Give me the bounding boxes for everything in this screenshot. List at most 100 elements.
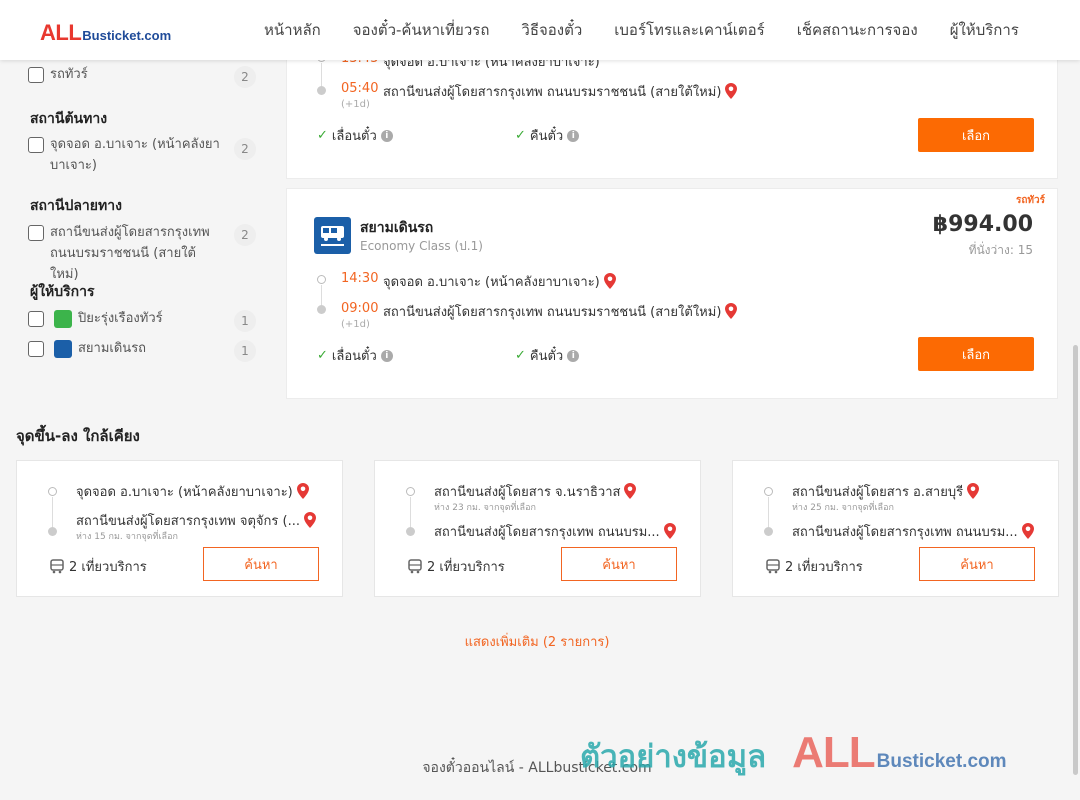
operator-logo-icon (54, 310, 72, 328)
nav-home[interactable]: หน้าหลัก (248, 18, 337, 42)
timeline-line (52, 497, 53, 527)
filter-count: 2 (234, 66, 256, 88)
select-trip-button[interactable]: เลือก (918, 337, 1034, 371)
operator-logo-icon (54, 340, 72, 358)
footer-text: จองตั๋วออนไลน์ - ALLbusticket.com (422, 760, 652, 776)
filter-operator-siam[interactable]: สยามเดินรถ 1 (28, 340, 256, 362)
map-pin-icon[interactable] (603, 273, 616, 289)
bus-class: Economy Class (ป.1) (360, 239, 483, 253)
map-pin-icon[interactable] (296, 483, 309, 499)
checkbox[interactable] (28, 225, 44, 241)
nav-book-search[interactable]: จองตั๋ว-ค้นหาเที่ยวรถ (337, 18, 506, 42)
select-trip-button[interactable]: เลือก (918, 118, 1034, 152)
check-icon: ✓ (317, 348, 328, 363)
checkbox[interactable] (28, 137, 44, 153)
distance-note: ห่าง 15 กม. จากจุดที่เลือก (76, 532, 178, 542)
site-logo[interactable]: ALL Busticket.com (40, 20, 171, 46)
timeline-line (321, 63, 322, 87)
map-pin-icon[interactable] (663, 523, 676, 539)
nearby-search-button[interactable]: ค้นหา (919, 547, 1035, 581)
info-icon[interactable]: i (380, 129, 393, 142)
show-more-link[interactable]: แสดงเพิ่มเติม (2 รายการ) (0, 631, 1074, 652)
logo-all-text: ALL (40, 20, 82, 45)
timeline-start-dot (317, 275, 326, 284)
nearby-card: จุดจอด อ.บาเจาะ (หน้าคลังยาบาเจาะ) สถานี… (16, 460, 343, 597)
timeline-end-dot (406, 527, 415, 536)
main-nav: หน้าหลัก จองตั๋ว-ค้นหาเที่ยวรถ วิธีจองตั… (248, 0, 1035, 60)
nav-check-booking[interactable]: เช็คสถานะการจอง (781, 18, 934, 42)
stop-text: สถานีขนส่งผู้โดยสาร จ.นราธิวาส (434, 485, 621, 500)
check-icon: ✓ (317, 128, 328, 143)
nav-operators[interactable]: ผู้ให้บริการ (934, 18, 1035, 42)
nearby-from-stop: สถานีขนส่งผู้โดยสาร อ.สายบุรี (792, 481, 980, 502)
origin-filter-title: สถานีต้นทาง (30, 111, 108, 127)
map-pin-icon[interactable] (967, 483, 980, 499)
checkbox[interactable] (28, 67, 44, 83)
trip-count: 2 เที่ยวบริการ (50, 556, 147, 577)
info-icon[interactable]: i (567, 349, 580, 362)
map-pin-icon[interactable] (1021, 523, 1034, 539)
arrival-stop-text: สถานีขนส่งผู้โดยสารกรุงเทพ ถนนบรมราชชนนี… (383, 85, 722, 100)
filter-origin-stop[interactable]: จุดจอด อ.บาเจาะ (หน้าคลังยาบาเจาะ) 2 (28, 136, 256, 176)
filter-destination-stop[interactable]: สถานีขนส่งผู้โดยสารกรุงเทพ ถนนบรมราชชนนี… (28, 224, 256, 285)
arrival-stop: สถานีขนส่งผู้โดยสารกรุงเทพ ถนนบรมราชชนนี… (383, 301, 738, 322)
departure-stop-text: จุดจอด อ.บาเจาะ (หน้าคลังยาบาเจาะ) (383, 275, 600, 290)
checkbox[interactable] (28, 341, 44, 357)
stop-text: จุดจอด อ.บาเจาะ (หน้าคลังยาบาเจาะ) (76, 485, 293, 500)
logo-rest-text: Busticket.com (82, 28, 172, 43)
arrival-next-day: (+1d) (341, 99, 370, 110)
arrival-stop: สถานีขนส่งผู้โดยสารกรุงเทพ ถนนบรมราชชนนี… (383, 81, 738, 102)
arrival-time: 05:40 (341, 81, 379, 96)
trip-card: รถทัวร์ สยามเดินรถ Economy Class (ป.1) ฿… (286, 188, 1058, 399)
destination-filter-title: สถานีปลายทาง (30, 198, 122, 214)
operator-logo-icon (314, 217, 351, 254)
operator-name: สยามเดินรถ (360, 220, 434, 236)
trip-card: 13:45 จุดจอด อ.บาเจาะ (หน้าคลังยาบาเจาะ)… (286, 40, 1058, 179)
distance-note: ห่าง 23 กม. จากจุดที่เลือก (434, 503, 536, 513)
nav-phone-counters[interactable]: เบอร์โทรและเคาน์เตอร์ (598, 18, 780, 42)
check-icon: ✓ (515, 128, 526, 143)
map-pin-icon[interactable] (303, 512, 316, 528)
ticket-price: ฿994.00 (932, 212, 1033, 237)
nearby-stops-title: จุดขึ้น-ลง ใกล้เคียง (16, 427, 140, 445)
timeline-line (410, 497, 411, 527)
filter-count: 1 (234, 310, 256, 332)
timeline-start-dot (406, 487, 415, 496)
filter-count: 2 (234, 224, 256, 246)
filter-label: สถานีขนส่งผู้โดยสารกรุงเทพ ถนนบรมราชชนนี… (50, 225, 210, 282)
filter-label: สยามเดินรถ (78, 341, 147, 356)
arrival-next-day: (+1d) (341, 319, 370, 330)
filter-label: ปิยะรุ่งเรืองทัวร์ (78, 311, 163, 326)
arrival-stop-text: สถานีขนส่งผู้โดยสารกรุงเทพ ถนนบรมราชชนนี… (383, 305, 722, 320)
map-pin-icon[interactable] (725, 83, 738, 99)
stop-text: สถานีขนส่งผู้โดยสารกรุงเทพ ถนนบรม... (434, 525, 660, 540)
departure-time: 14:30 (341, 271, 379, 286)
nearby-to-stop: สถานีขนส่งผู้โดยสารกรุงเทพ ถนนบรม... (434, 521, 676, 542)
check-icon: ✓ (515, 348, 526, 363)
arrival-time: 09:00 (341, 301, 379, 316)
nearby-search-button[interactable]: ค้นหา (203, 547, 319, 581)
nearby-card: สถานีขนส่งผู้โดยสาร จ.นราธิวาส ห่าง 23 ก… (374, 460, 701, 597)
stop-text: สถานีขนส่งผู้โดยสารกรุงเทพ จตุจักร (... (76, 514, 300, 529)
filter-operator-piyarungrueang[interactable]: ปิยะรุ่งเรืองทัวร์ 1 (28, 310, 256, 332)
page-scrollbar[interactable] (1073, 345, 1078, 775)
checkbox[interactable] (28, 311, 44, 327)
distance-note: ห่าง 25 กม. จากจุดที่เลือก (792, 503, 894, 513)
nearby-search-button[interactable]: ค้นหา (561, 547, 677, 581)
timeline-line (768, 497, 769, 527)
nav-how-to-book[interactable]: วิธีจองตั๋ว (505, 18, 598, 42)
available-seats: ที่นั่งว่าง: 15 (968, 243, 1033, 257)
feature-refund: ✓ คืนตั๋ว i (515, 345, 580, 366)
filter-bus-type-tour[interactable]: รถทัวร์ 2 (28, 66, 256, 88)
filter-label: จุดจอด อ.บาเจาะ (หน้าคลังยาบาเจาะ) (50, 137, 220, 173)
feature-reschedule: ✓ เลื่อนตั๋ว i (317, 125, 393, 146)
map-pin-icon[interactable] (725, 303, 738, 319)
bus-icon (408, 559, 422, 574)
info-icon[interactable]: i (380, 349, 393, 362)
trip-count-text: 2 เที่ยวบริการ (785, 560, 863, 575)
info-icon[interactable]: i (567, 129, 580, 142)
map-pin-icon[interactable] (624, 483, 637, 499)
feature-label: คืนตั๋ว (529, 129, 564, 144)
feature-label: เลื่อนตั๋ว (331, 349, 377, 364)
feature-refund: ✓ คืนตั๋ว i (515, 125, 580, 146)
